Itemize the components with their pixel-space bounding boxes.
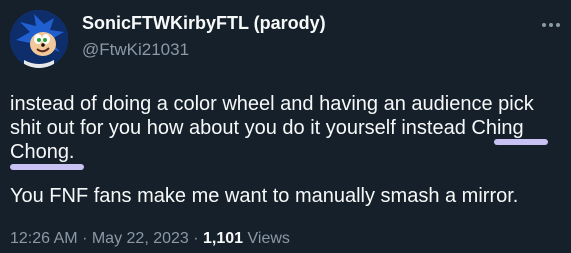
tweet-date[interactable]: May 22, 2023 (92, 230, 189, 247)
views-label: Views (247, 230, 290, 247)
views-count: 1,101 (203, 230, 244, 247)
annotation-underline-2 (10, 164, 84, 170)
tweet-paragraph-2: You FNF fans make me want to manually sm… (10, 185, 519, 207)
annotation-underline-1 (494, 139, 548, 145)
more-button[interactable] (538, 12, 564, 38)
meta-separator: · (193, 230, 199, 247)
more-icon (542, 23, 560, 27)
display-name[interactable]: SonicFTWKirbyFTL (parody) (82, 13, 326, 34)
avatar[interactable] (10, 10, 68, 68)
tweet-time[interactable]: 12:26 AM (10, 230, 78, 247)
tweet-meta: 12:26 AM · May 22, 2023 · 1,101 Views (10, 230, 290, 248)
tweet: SonicFTWKirbyFTL (parody) @FtwKi21031 in… (0, 0, 571, 253)
meta-separator: · (82, 230, 88, 247)
tweet-paragraph-1: instead of doing a color wheel and havin… (10, 93, 534, 163)
handle[interactable]: @FtwKi21031 (82, 40, 189, 60)
tweet-text: instead of doing a color wheel and havin… (10, 92, 558, 164)
sonic-avatar-icon (10, 10, 68, 68)
